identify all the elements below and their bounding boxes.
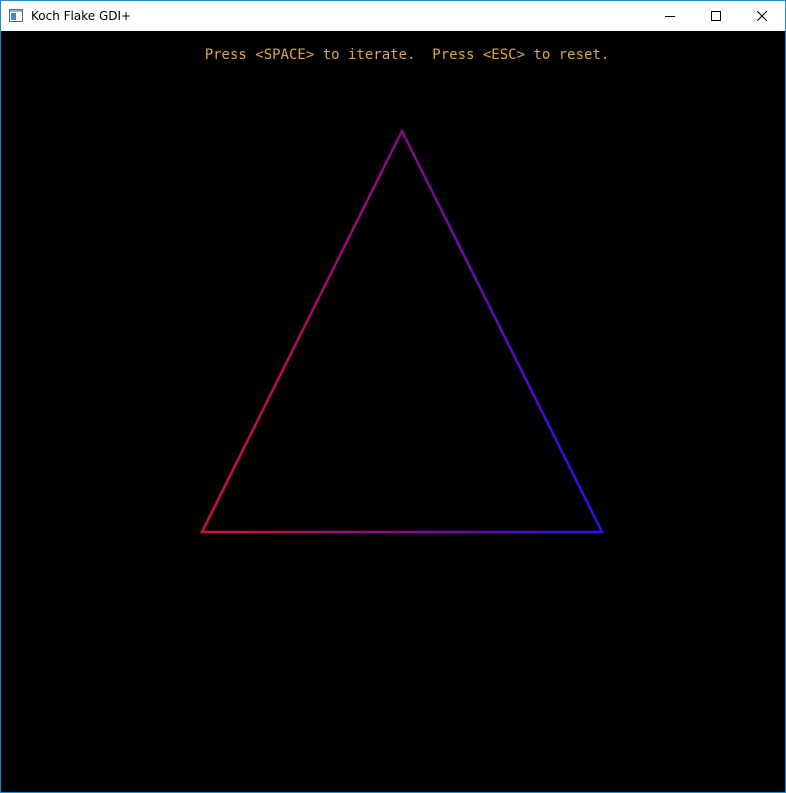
close-icon [757, 11, 767, 21]
title-bar[interactable]: Koch Flake GDI+ [1, 1, 785, 31]
app-window-icon [9, 9, 23, 22]
koch-flake-shape [199, 128, 605, 534]
maximize-icon [711, 11, 721, 21]
close-button[interactable] [739, 1, 785, 31]
maximize-button[interactable] [693, 1, 739, 31]
window-title: Koch Flake GDI+ [31, 9, 132, 23]
koch-flake-canvas [199, 128, 605, 534]
app-window: Koch Flake GDI+ Press <SPACE> to iterate… [0, 0, 786, 793]
instructions-text: Press <SPACE> to iterate. Press <ESC> to… [204, 47, 610, 63]
minimize-icon [665, 16, 675, 17]
minimize-button[interactable] [647, 1, 693, 31]
drawing-canvas[interactable]: Press <SPACE> to iterate. Press <ESC> to… [1, 31, 785, 792]
